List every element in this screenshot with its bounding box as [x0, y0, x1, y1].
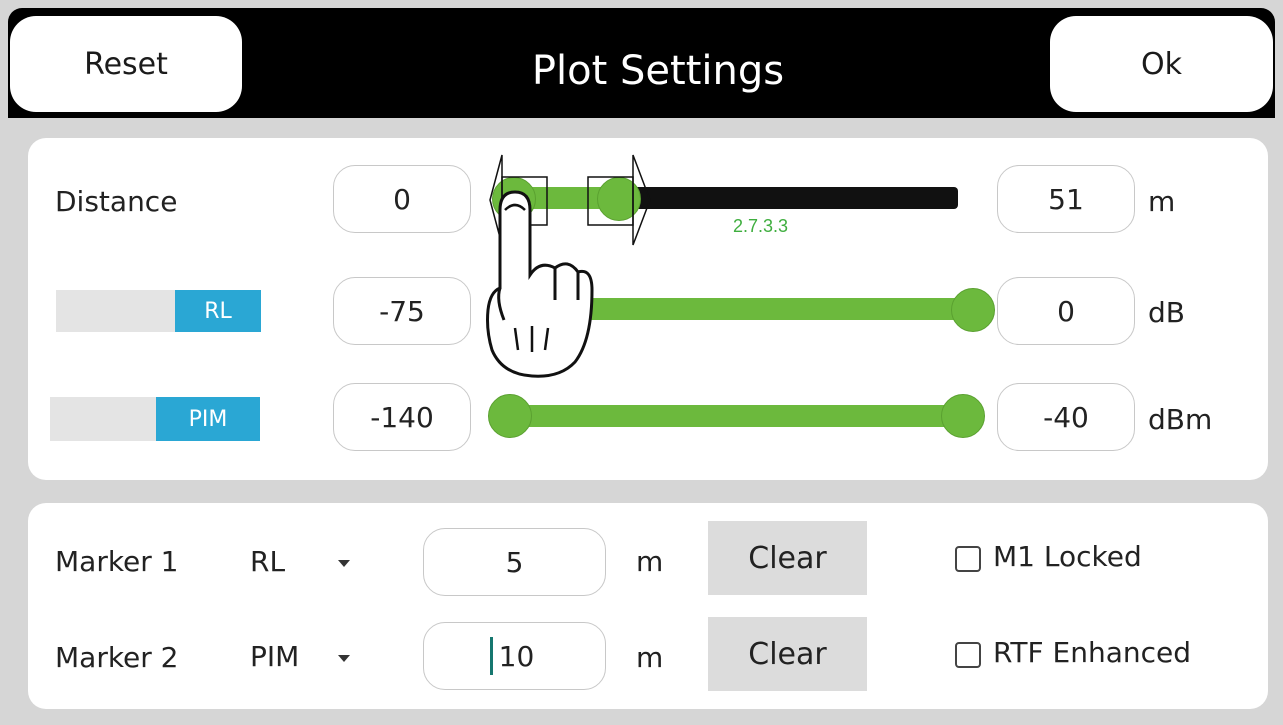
rl-max-field[interactable]: 0: [997, 277, 1135, 345]
marker1-trace-dropdown[interactable]: RL: [250, 538, 360, 586]
marker1-position-field[interactable]: 5: [423, 528, 606, 596]
checkbox-icon: [955, 546, 981, 572]
distance-min-field[interactable]: 0: [333, 165, 471, 233]
pim-max-field[interactable]: -40: [997, 383, 1135, 451]
pim-min-field[interactable]: -140: [333, 383, 471, 451]
title-bar: Reset Plot Settings Ok: [8, 8, 1275, 118]
distance-slider-track[interactable]: [618, 187, 958, 209]
text-cursor: [490, 637, 493, 675]
marker2-trace-value: PIM: [250, 640, 300, 673]
m1-locked-checkbox[interactable]: M1 Locked: [955, 540, 1215, 580]
ok-button[interactable]: Ok: [1050, 16, 1273, 112]
chevron-down-icon: [338, 655, 350, 662]
drag-gesture-hand-icon: [486, 190, 594, 378]
marker1-label: Marker 1: [55, 545, 179, 578]
distance-label: Distance: [55, 185, 178, 218]
pim-min-thumb[interactable]: [488, 394, 532, 438]
rl-toggle-label: RL: [175, 290, 261, 332]
pim-slider-track[interactable]: [510, 405, 965, 427]
rtf-enhanced-checkbox[interactable]: RTF Enhanced: [955, 636, 1255, 676]
marker1-trace-value: RL: [250, 545, 286, 578]
pim-toggle-label: PIM: [156, 397, 260, 441]
chevron-down-icon: [338, 560, 350, 567]
marker1-unit: m: [636, 545, 664, 578]
page-title: Plot Settings: [531, 48, 785, 94]
rl-min-field[interactable]: -75: [333, 277, 471, 345]
pim-unit: dBm: [1148, 403, 1213, 436]
rl-toggle[interactable]: RL: [56, 290, 261, 332]
marker2-position-value: 10: [498, 639, 535, 673]
marker2-clear-button[interactable]: Clear: [708, 617, 867, 691]
rl-max-thumb[interactable]: [951, 288, 995, 332]
pim-toggle[interactable]: PIM: [50, 397, 260, 441]
rtf-enhanced-label: RTF Enhanced: [993, 636, 1192, 669]
distance-max-field[interactable]: 51: [997, 165, 1135, 233]
rl-unit: dB: [1148, 296, 1185, 329]
version-text: 2.7.3.3: [733, 216, 789, 236]
distance-unit: m: [1148, 185, 1176, 218]
marker2-trace-dropdown[interactable]: PIM: [250, 633, 360, 681]
markers-panel: [28, 503, 1268, 709]
marker2-unit: m: [636, 641, 664, 674]
marker2-position-field[interactable]: 10: [423, 622, 606, 690]
marker1-clear-button[interactable]: Clear: [708, 521, 867, 595]
m1-locked-label: M1 Locked: [993, 540, 1142, 573]
checkbox-icon: [955, 642, 981, 668]
pim-max-thumb[interactable]: [941, 394, 985, 438]
reset-button[interactable]: Reset: [10, 16, 242, 112]
marker2-label: Marker 2: [55, 641, 179, 674]
